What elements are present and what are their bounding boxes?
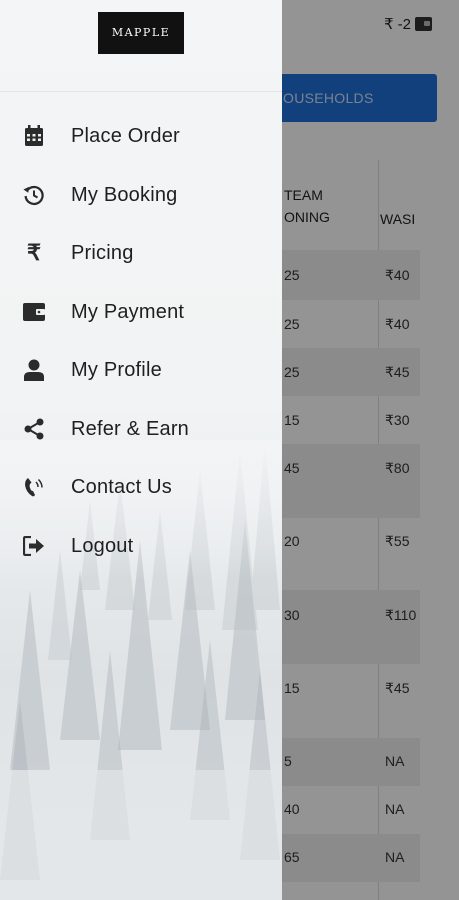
rupee-icon: ₹ xyxy=(27,240,41,265)
phone-icon xyxy=(22,475,46,499)
menu-label-place-order: Place Order xyxy=(71,124,180,147)
share-icon xyxy=(22,417,46,441)
menu-item-my-payment[interactable]: My Payment xyxy=(0,286,282,338)
menu-label-logout: Logout xyxy=(71,534,134,557)
wallet-icon xyxy=(22,300,46,324)
history-icon xyxy=(22,183,46,207)
menu-item-pricing[interactable]: ₹ Pricing xyxy=(0,227,282,279)
menu-label-my-profile: My Profile xyxy=(71,358,162,381)
calendar-icon xyxy=(22,124,46,148)
mapple-logo: MAPPLE xyxy=(98,12,184,54)
user-icon xyxy=(22,358,46,382)
menu-label-refer-earn: Refer & Earn xyxy=(71,417,190,440)
drawer-header: MAPPLE xyxy=(0,0,282,92)
logout-icon xyxy=(22,534,46,558)
menu-label-contact-us: Contact Us xyxy=(71,475,172,498)
menu-label-my-booking: My Booking xyxy=(71,183,178,206)
menu-item-my-booking[interactable]: My Booking xyxy=(0,169,282,221)
menu-item-my-profile[interactable]: My Profile xyxy=(0,344,282,396)
menu-label-my-payment: My Payment xyxy=(71,300,185,323)
menu-label-pricing: Pricing xyxy=(71,241,134,264)
menu-item-place-order[interactable]: Place Order xyxy=(0,110,282,162)
menu-item-logout[interactable]: Logout xyxy=(0,520,282,572)
navigation-drawer: MAPPLE Place Order My Booking ₹ Pricing … xyxy=(0,0,282,900)
menu-item-contact-us[interactable]: Contact Us xyxy=(0,461,282,513)
menu-item-refer-earn[interactable]: Refer & Earn xyxy=(0,403,282,455)
